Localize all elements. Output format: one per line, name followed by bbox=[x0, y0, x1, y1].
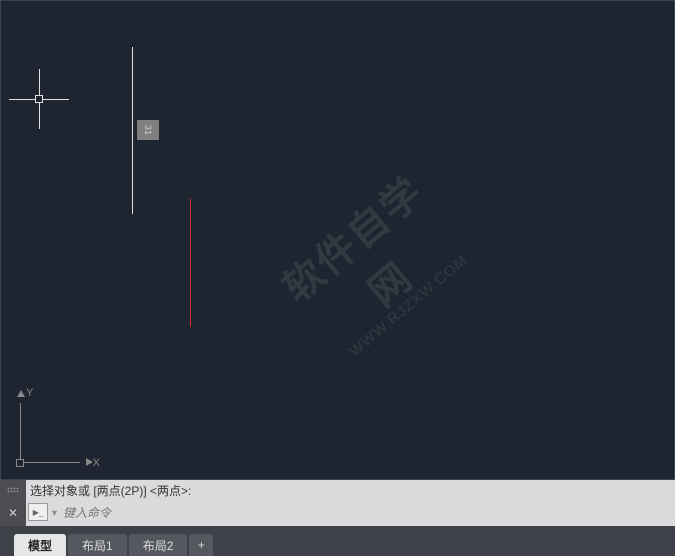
plus-icon: + bbox=[198, 538, 205, 552]
watermark-large: 软件自学网 bbox=[256, 151, 484, 368]
command-history-text: 选择对象或 [两点(2P)] <两点>: bbox=[26, 480, 675, 500]
tab-label: 布局1 bbox=[82, 537, 113, 554]
command-input[interactable] bbox=[63, 500, 675, 526]
grip-icon bbox=[7, 487, 19, 493]
drawing-canvas[interactable]: 软件自学网 WWW.RJZXW.COM 31 Y X bbox=[0, 0, 675, 480]
tab-layout2[interactable]: 布局2 bbox=[129, 534, 188, 556]
command-input-row: ✕ ▶_ ▾ bbox=[0, 500, 675, 526]
bottom-panel: 选择对象或 [两点(2P)] <两点>: ✕ ▶_ ▾ 模型 布局1 布局2 + bbox=[0, 480, 675, 556]
drawn-line-white[interactable] bbox=[132, 47, 133, 214]
watermark: 软件自学网 WWW.RJZXW.COM bbox=[256, 151, 486, 371]
layout-tab-bar: 模型 布局1 布局2 + bbox=[0, 526, 675, 556]
ucs-x-label: X bbox=[93, 457, 100, 469]
tab-label: 布局2 bbox=[143, 537, 174, 554]
watermark-small: WWW.RJZXW.COM bbox=[327, 235, 491, 377]
selection-count-badge: 31 bbox=[137, 120, 159, 140]
command-options-button[interactable]: ✕ bbox=[0, 500, 26, 526]
ucs-y-label: Y bbox=[26, 387, 33, 399]
crosshair-cursor bbox=[39, 99, 40, 100]
command-history-row: 选择对象或 [两点(2P)] <两点>: bbox=[0, 480, 675, 500]
wrench-icon: ✕ bbox=[8, 506, 18, 520]
command-prompt-icon[interactable]: ▶_ bbox=[28, 503, 48, 521]
tab-label: 模型 bbox=[28, 537, 52, 554]
command-dropdown-icon[interactable]: ▾ bbox=[52, 500, 57, 526]
command-history-grip[interactable] bbox=[0, 480, 26, 500]
tab-model[interactable]: 模型 bbox=[14, 534, 66, 556]
drawn-line-red[interactable] bbox=[190, 199, 191, 327]
tab-layout1[interactable]: 布局1 bbox=[68, 534, 127, 556]
tab-add-button[interactable]: + bbox=[189, 534, 213, 556]
ucs-icon[interactable]: Y X bbox=[20, 393, 90, 463]
